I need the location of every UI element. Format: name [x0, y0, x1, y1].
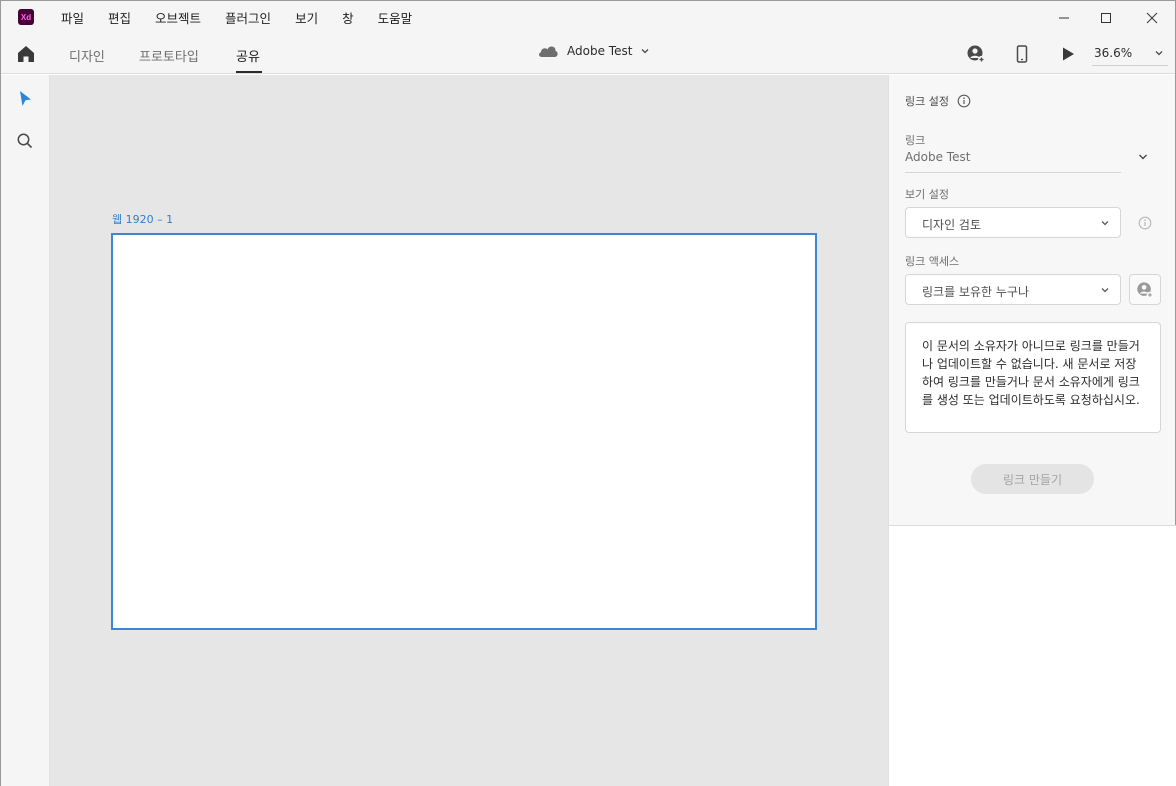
maximize-icon — [1101, 12, 1111, 23]
cloud-icon — [539, 46, 558, 57]
maximize-button[interactable] — [1083, 1, 1129, 34]
menu-bar: Xd 파일 편집 오브젝트 플러그인 보기 창 도움말 — [1, 1, 1175, 34]
tool-rail — [1, 75, 50, 786]
close-icon — [1146, 12, 1158, 23]
chevron-down-icon — [1155, 51, 1163, 56]
menu-window[interactable]: 창 — [330, 8, 366, 27]
info-icon[interactable] — [1138, 216, 1152, 230]
menu-view[interactable]: 보기 — [283, 8, 330, 27]
chevron-down-icon[interactable] — [1137, 151, 1149, 163]
home-button[interactable] — [15, 44, 37, 64]
chevron-down-icon — [1101, 221, 1109, 226]
close-button[interactable] — [1129, 1, 1175, 34]
panel-heading-text: 링크 설정 — [905, 95, 949, 108]
share-settings-panel: 링크 설정 링크 Adobe Test 보기 설정 디자인 검토 링크 액세스 … — [888, 75, 1176, 786]
device-preview-button[interactable] — [1012, 44, 1032, 64]
menu-file[interactable]: 파일 — [49, 8, 96, 27]
zoom-dropdown[interactable]: 36.6% — [1092, 42, 1168, 66]
artboard-label[interactable]: 웹 1920 – 1 — [112, 211, 173, 227]
chevron-down-icon — [641, 49, 649, 54]
link-underline — [905, 172, 1121, 173]
view-settings-value: 디자인 검토 — [922, 218, 982, 232]
app-logo[interactable]: Xd — [18, 9, 34, 25]
minimize-icon — [1059, 17, 1069, 18]
panel-lower-area — [889, 525, 1176, 786]
view-settings-label: 보기 설정 — [905, 188, 949, 201]
user-add-icon — [1137, 281, 1154, 298]
active-tab-indicator — [236, 71, 262, 73]
artboard[interactable] — [111, 233, 817, 630]
menu-items: 파일 편집 오브젝트 플러그인 보기 창 도움말 — [49, 1, 424, 34]
search-icon — [17, 133, 33, 149]
tab-design[interactable]: 디자인 — [69, 46, 105, 65]
menu-help[interactable]: 도움말 — [366, 8, 425, 27]
chevron-down-icon — [1101, 288, 1109, 293]
ownership-notice: 이 문서의 소유자가 아니므로 링크를 만들거나 업데이트할 수 없습니다. 새… — [905, 322, 1161, 433]
pointer-arrow-icon — [20, 91, 31, 106]
invite-user-button[interactable] — [966, 44, 986, 64]
zoom-value: 36.6% — [1094, 46, 1133, 60]
create-link-button[interactable]: 링크 만들기 — [971, 464, 1094, 494]
toolbar: 디자인 프로토타입 공유 Adobe Test 36.6% — [1, 34, 1175, 74]
tab-prototype[interactable]: 프로토타입 — [139, 46, 199, 65]
home-icon — [18, 46, 34, 62]
link-access-label: 링크 액세스 — [905, 255, 960, 268]
link-name-value[interactable]: Adobe Test — [905, 150, 970, 164]
panel-heading: 링크 설정 — [905, 93, 971, 109]
info-icon[interactable] — [957, 94, 971, 108]
zoom-tool[interactable] — [15, 131, 35, 151]
link-access-value: 링크를 보유한 누구나 — [922, 285, 1029, 299]
document-title-dropdown[interactable]: Adobe Test — [537, 44, 650, 58]
select-tool[interactable] — [15, 89, 35, 109]
menu-edit[interactable]: 편집 — [96, 8, 143, 27]
design-canvas[interactable]: 웹 1920 – 1 — [50, 75, 888, 786]
play-preview-button[interactable] — [1058, 44, 1078, 64]
menu-plugins[interactable]: 플러그인 — [213, 8, 283, 27]
user-add-icon — [967, 45, 986, 64]
tab-share[interactable]: 공유 — [236, 46, 260, 65]
mobile-device-icon — [1016, 45, 1028, 63]
play-icon — [1063, 47, 1074, 61]
menu-object[interactable]: 오브젝트 — [143, 8, 213, 27]
link-access-select[interactable]: 링크를 보유한 누구나 — [905, 274, 1121, 305]
view-settings-select[interactable]: 디자인 검토 — [905, 207, 1121, 238]
minimize-button[interactable] — [1041, 1, 1087, 34]
document-title: Adobe Test — [567, 44, 633, 58]
link-label: 링크 — [905, 134, 926, 147]
invite-collaborator-button[interactable] — [1129, 274, 1161, 305]
